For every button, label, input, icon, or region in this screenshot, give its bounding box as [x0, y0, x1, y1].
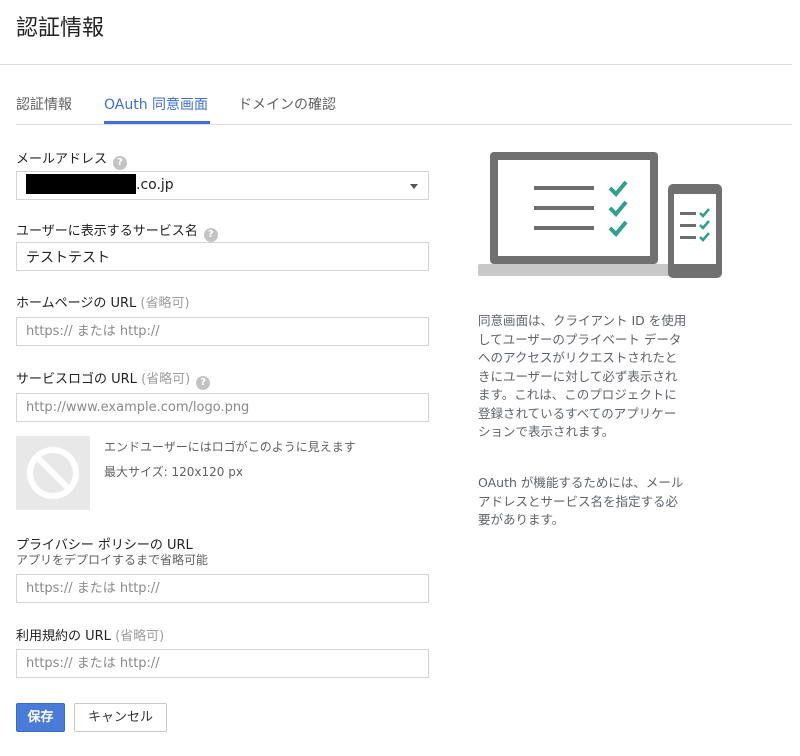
logo-url-label: サービスロゴの URL (省略可)?	[16, 368, 211, 390]
tab-oauth-consent[interactable]: OAuth 同意画面	[104, 94, 208, 114]
service-name-label: ユーザーに表示するサービス名?	[16, 220, 218, 242]
consent-screen-illustration	[478, 152, 722, 278]
no-image-icon	[27, 447, 79, 499]
tabs-divider	[16, 124, 792, 125]
privacy-url-input[interactable]	[16, 574, 429, 603]
homepage-url-label: ホームページの URL (省略可)	[16, 292, 190, 311]
optional-hint: (省略可)	[141, 372, 191, 387]
service-name-input[interactable]	[16, 242, 429, 271]
page-title: 認証情報	[16, 16, 105, 41]
optional-hint: (省略可)	[115, 629, 165, 644]
logo-url-label-text: サービスロゴの URL	[16, 372, 137, 387]
email-select[interactable]: .co.jp	[16, 171, 429, 200]
privacy-url-sublabel: アプリをデプロイするまで省略可能	[16, 553, 209, 567]
email-label: メールアドレス?	[16, 148, 128, 170]
logo-preview	[16, 436, 90, 510]
email-domain: .co.jp	[136, 177, 174, 193]
homepage-url-label-text: ホームページの URL	[16, 296, 137, 311]
question-mark-icon[interactable]: ?	[113, 156, 128, 170]
consent-description: 同意画面は、クライアント ID を使用 してユーザーのプライベート データ への…	[478, 312, 728, 442]
description-line: 登録されているすべてのアプリケー	[478, 405, 677, 421]
description-line: 同意画面は、クライアント ID を使用	[478, 313, 687, 328]
email-label-text: メールアドレス	[16, 152, 108, 167]
note-line: 要があります。	[478, 512, 565, 527]
service-name-label-text: ユーザーに表示するサービス名	[16, 224, 198, 239]
logo-url-input[interactable]	[16, 393, 429, 422]
description-line: きにユーザーに対して必ず表示され	[478, 368, 678, 384]
optional-hint: (省略可)	[140, 296, 190, 311]
logo-max-size: 最大サイズ: 120x120 px	[104, 465, 243, 479]
description-line: ションで表示されます。	[478, 424, 615, 439]
description-line: してユーザーのプライベート データ	[478, 331, 682, 347]
description-line: ます。これは、このプロジェクトに	[478, 387, 677, 402]
note-line: アドレスとサービス名を指定する必	[478, 493, 679, 509]
cancel-button[interactable]: キャンセル	[74, 703, 167, 732]
oauth-requirement-note: OAuth が機能するためには、メール アドレスとサービス名を指定する必 要があ…	[478, 474, 728, 530]
title-divider	[0, 64, 792, 65]
tos-url-label: 利用規約の URL (省略可)	[16, 625, 164, 644]
note-line: OAuth が機能するためには、メール	[478, 475, 684, 490]
question-mark-icon[interactable]: ?	[196, 376, 211, 390]
save-button[interactable]: 保存	[16, 703, 65, 732]
question-mark-icon[interactable]: ?	[203, 228, 218, 242]
homepage-url-input[interactable]	[16, 317, 429, 346]
tos-url-input[interactable]	[16, 649, 429, 678]
email-redaction	[26, 174, 136, 194]
tos-url-label-text: 利用規約の URL	[16, 629, 111, 644]
description-line: へのアクセスがリクエストされたと	[478, 350, 678, 365]
logo-preview-text: エンドユーザーにはロゴがこのように見えます	[104, 440, 356, 454]
tab-credentials[interactable]: 認証情報	[16, 94, 72, 114]
chevron-down-icon	[410, 184, 418, 189]
tab-domain-verification[interactable]: ドメインの確認	[238, 94, 336, 114]
